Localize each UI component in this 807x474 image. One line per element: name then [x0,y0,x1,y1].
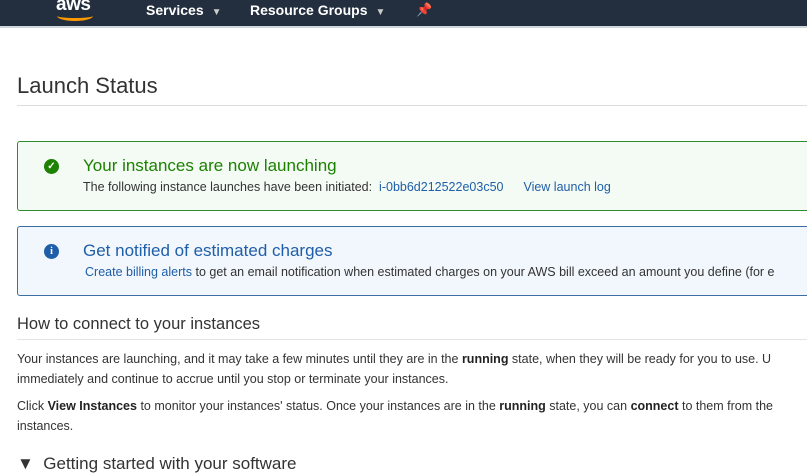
create-billing-alerts-link[interactable]: Create billing alerts [85,265,192,279]
top-nav: aws Services ▼ Resource Groups ▼ 📌 [0,0,807,28]
text: Click [17,399,48,413]
text: instances. [17,419,74,433]
launch-paragraph: Your instances are launching, and it may… [17,349,771,389]
divider [17,339,807,340]
text: state, when they will be ready for you t… [508,352,772,366]
info-icon: i [44,244,59,259]
billing-text: to get an email notification when estima… [192,265,775,279]
billing-title: Get notified of estimated charges [83,241,333,260]
text: Your instances are launching, and it may… [17,352,462,366]
success-alert: ✓ Your instances are now launching The f… [17,141,807,211]
view-instances-paragraph: Click View Instances to monitor your ins… [17,396,773,436]
services-menu[interactable]: Services ▼ [146,2,222,18]
text-bold: running [499,399,546,413]
check-circle-icon: ✓ [44,159,59,174]
text: state, you can [545,399,631,413]
text-bold: connect [630,399,679,413]
text: to them from the [678,399,773,413]
getting-started-heading: Getting started with your software [43,454,297,473]
text-bold: View Instances [47,399,137,413]
text-bold: running [461,352,509,366]
pin-icon[interactable]: 📌 [416,2,432,18]
page-title: Launch Status [17,73,158,98]
chevron-down-icon: ▼ [375,7,386,18]
getting-started-section-toggle[interactable]: ▼ Getting started with your software [17,454,297,474]
billing-alert: i Get notified of estimated charges Crea… [17,226,807,296]
success-text: The following instance launches have bee… [83,180,373,194]
resource-groups-menu[interactable]: Resource Groups ▼ [250,2,385,18]
collapse-icon: ▼ [17,454,44,473]
text: immediately and continue to accrue until… [17,372,449,386]
divider [17,105,807,106]
instance-id-link[interactable]: i-0bb6d212522e03c50 [379,180,503,194]
text: to monitor your instances' status. Once … [136,399,500,413]
services-label: Services [146,2,204,18]
connect-heading: How to connect to your instances [17,315,261,333]
success-title: Your instances are now launching [83,156,337,175]
chevron-down-icon: ▼ [211,7,222,18]
resource-groups-label: Resource Groups [250,2,368,18]
view-launch-log-link[interactable]: View launch log [523,180,610,194]
aws-smile-icon [57,11,93,21]
